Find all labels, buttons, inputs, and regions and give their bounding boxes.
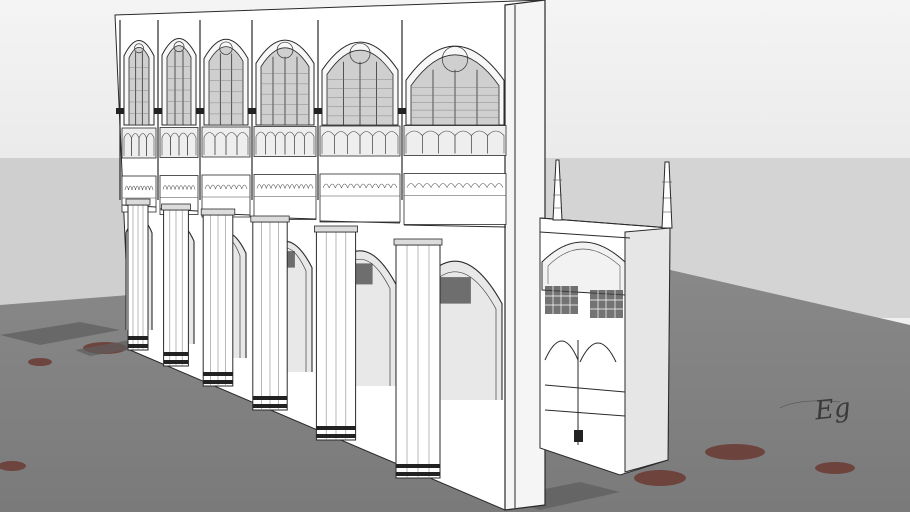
pier-base-band <box>163 352 189 356</box>
end-buttress <box>504 0 546 511</box>
floor-inscription: Eg <box>813 393 853 427</box>
balustrade-band <box>403 173 507 225</box>
shaft-capital <box>154 108 162 114</box>
lancet-glazing <box>208 46 244 126</box>
pier-base-band <box>316 434 356 438</box>
pier-capital <box>125 198 151 206</box>
pier-capital <box>161 203 191 211</box>
pier-capital <box>313 225 358 233</box>
balustrade-band <box>319 173 401 223</box>
aisle-tracery <box>439 277 471 304</box>
pier-base-band <box>316 426 356 430</box>
shaft-capital <box>248 108 256 114</box>
model-viewport: Eg <box>0 0 910 512</box>
pier-base-band <box>252 396 288 400</box>
balustrade-band <box>253 174 317 220</box>
pier-base-band <box>203 372 233 376</box>
aisle-block-side <box>624 227 671 473</box>
shaft-capital <box>116 108 124 114</box>
pier-base-band <box>163 360 189 364</box>
pier-capital <box>250 215 290 223</box>
pier-capital <box>200 208 236 216</box>
pier-base-band <box>203 380 233 384</box>
pier-base-band <box>396 472 440 476</box>
shaft-capital <box>314 108 322 114</box>
shaft-capital <box>196 108 204 114</box>
gothic-nave-scene: Eg <box>0 0 910 512</box>
back-wall-left <box>0 158 130 308</box>
pier-capital <box>393 238 443 246</box>
shaft-capital <box>398 108 406 114</box>
pier-base-band <box>252 404 288 408</box>
lancet-glazing <box>166 45 192 126</box>
pier-base-band <box>128 344 148 348</box>
pier-base-band <box>128 336 148 340</box>
pier-base-band <box>396 464 440 468</box>
